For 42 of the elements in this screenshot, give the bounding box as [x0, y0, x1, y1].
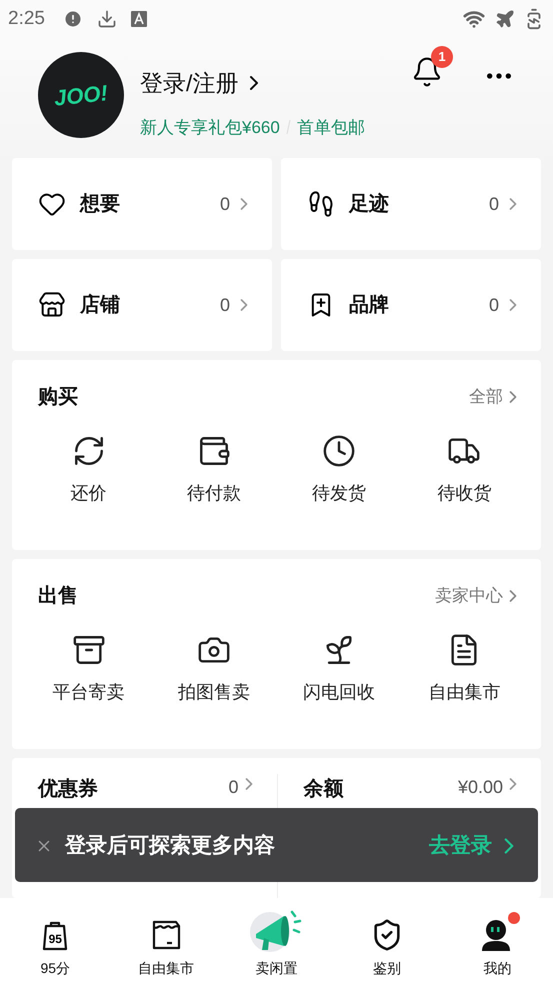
section-link[interactable]: 卖家中心 [435, 583, 515, 609]
wallet-value: ¥0.00 [458, 776, 503, 799]
download-icon [96, 9, 117, 29]
section-item[interactable]: 待收货 [402, 434, 527, 507]
tab-bar-item[interactable]: 卖闲置 [221, 908, 332, 984]
section-item[interactable]: 还价 [26, 434, 152, 507]
login-link[interactable]: 登录/注册 [140, 66, 365, 100]
wifi-icon [463, 8, 485, 30]
shortcut-tile[interactable]: 足迹 0 [281, 158, 541, 250]
notification-badge: 1 [431, 46, 453, 68]
perk-text: 首单包邮 [296, 116, 365, 138]
footprints-icon [307, 190, 335, 218]
section-item[interactable]: 自由集市 [402, 633, 527, 706]
perk-text: 新人专享礼包¥660 [140, 116, 280, 138]
tab-bar-item[interactable]: 我的 [442, 908, 553, 984]
section-item[interactable]: 平台寄卖 [26, 633, 152, 706]
status-time: 2:25 [8, 6, 45, 31]
clock-icon [322, 434, 356, 468]
store-icon [38, 291, 66, 319]
section-item[interactable]: 待付款 [151, 434, 276, 507]
shortcut-tile[interactable]: 店铺 0 [12, 259, 272, 351]
login-button[interactable]: 去登录 [429, 830, 518, 862]
wallet-value: 0 [228, 776, 238, 799]
section-title: 出售 [38, 584, 78, 609]
toast-message: 登录后可探索更多内容 [65, 832, 275, 860]
tab-bar-item[interactable]: 自由集市 [110, 908, 222, 984]
wallet-label: 余额 [304, 776, 344, 802]
tab-bar-item[interactable]: 鉴别 [332, 908, 442, 984]
section-title: 购买 [38, 385, 78, 410]
shortcut-tile[interactable]: 想要 0 [12, 158, 272, 250]
app-logo: JOO! [38, 52, 124, 138]
shortcut-tile[interactable]: 品牌 0 [281, 259, 541, 351]
archive-icon [72, 633, 106, 667]
font-icon [130, 11, 147, 27]
alert-icon [62, 9, 83, 29]
section-link[interactable]: 全部 [469, 384, 515, 410]
section-item[interactable]: 拍图售卖 [151, 633, 276, 706]
section-item[interactable]: 待发货 [276, 434, 402, 507]
wallet-label: 优惠券 [38, 777, 98, 802]
tab-bar-item[interactable]: 95 95分 [0, 908, 111, 984]
section-item[interactable]: 闪电回收 [276, 633, 402, 706]
airplane-icon [495, 9, 515, 29]
